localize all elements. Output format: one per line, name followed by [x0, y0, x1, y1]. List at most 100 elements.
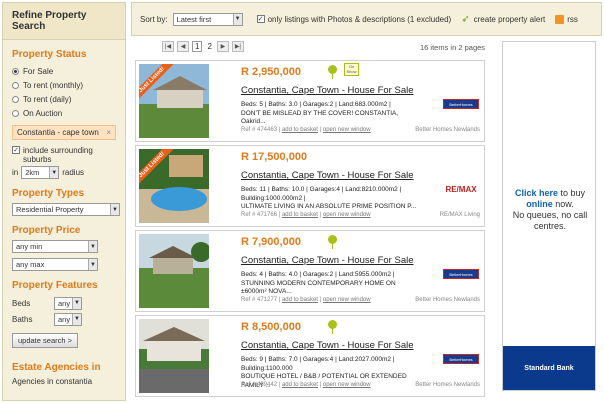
open-new-window-link[interactable]: open new window	[323, 382, 371, 388]
price-max-select[interactable]: any max ▼	[12, 258, 98, 271]
property-type-select[interactable]: Residential Property ▼	[12, 203, 120, 216]
house-photo-icon	[139, 319, 209, 393]
listing-details: Beds: 4 | Baths: 4.0 | Garages:2 | Land:…	[241, 271, 395, 278]
baths-label: Baths	[12, 314, 33, 324]
listing-blurb: ULTIMATE LIVING IN AN ABSOLUTE PRIME POS…	[241, 203, 417, 210]
rss-icon[interactable]	[555, 14, 565, 24]
agent-name: Better Homes Newlands	[415, 127, 480, 133]
last-page-icon[interactable]: ▶|	[231, 41, 244, 52]
open-new-window-link[interactable]: open new window	[323, 127, 371, 133]
radio-icon[interactable]	[12, 109, 19, 117]
listing-card[interactable]: R 7,900,000 Constantia, Cape Town - Hous…	[135, 230, 485, 312]
property-type-value: Residential Property	[16, 205, 84, 214]
page-link-2[interactable]: 2	[205, 42, 213, 51]
listing-description: Beds: 11 | Baths: 10.0 | Garages:4 | Lan…	[241, 186, 421, 212]
listing-price: R 7,900,000	[241, 236, 301, 248]
listing-details-2: Building:1000.000m2 |	[241, 194, 306, 202]
agent-name: Better Homes Newlands	[415, 382, 480, 388]
refine-search-sidebar: Refine Property Search Property Status F…	[2, 2, 126, 401]
agent-logo[interactable]: RE/MAX	[443, 184, 479, 194]
radio-icon[interactable]	[12, 67, 19, 75]
agent-name: Better Homes Newlands	[415, 297, 480, 303]
rss-link[interactable]: rss	[567, 15, 578, 24]
agent-name: RE/MAX Living	[439, 212, 480, 218]
add-to-basket-link[interactable]: add to basket	[282, 212, 318, 218]
add-to-basket-link[interactable]: add to basket	[282, 382, 318, 388]
listing-blurb: STUNNING MODERN CONTEMPORARY HOME ON ±60…	[241, 279, 396, 296]
map-pin-icon[interactable]	[328, 65, 337, 79]
pagination: |◀ ◀ 1 2 ▶ ▶|	[162, 41, 244, 52]
radius-suffix: radius	[62, 168, 85, 177]
listing-title-link[interactable]: Constantia, Cape Town - House For Sale	[241, 85, 414, 96]
chevron-down-icon: ▼	[232, 13, 242, 25]
chevron-down-icon: ▼	[110, 204, 119, 215]
click-here-link[interactable]: Click here	[515, 188, 558, 198]
status-option-for-sale[interactable]: For Sale	[12, 64, 116, 78]
listing-meta: Ref # 474463 | add to basket | open new …	[241, 127, 371, 133]
status-label: On Auction	[23, 108, 63, 118]
property-types-title: Property Types	[12, 188, 85, 199]
bank-name: Standard Bank	[524, 364, 574, 372]
map-pin-icon[interactable]	[328, 320, 337, 334]
prev-page-icon[interactable]: ◀	[177, 41, 189, 52]
location-tag: Constantia - cape town ×	[12, 125, 116, 140]
listing-meta: Ref # 471766 | add to basket | open new …	[241, 212, 371, 218]
first-page-icon[interactable]: |◀	[162, 41, 174, 52]
property-alert-icon[interactable]: ➶	[461, 14, 469, 25]
listing-details: Beds: 11 | Baths: 10.0 | Garages:4 | Lan…	[241, 186, 402, 193]
listing-ref: Ref # 474463	[241, 127, 278, 133]
chevron-down-icon: ▼	[88, 259, 97, 270]
agent-logo[interactable]: BetterHomes	[443, 99, 479, 109]
status-option-auction[interactable]: On Auction	[12, 106, 116, 120]
create-alert-link[interactable]: create property alert	[474, 15, 546, 24]
price-min-value: any min	[16, 242, 43, 251]
baths-select[interactable]: any ▼	[54, 312, 82, 326]
listing-title-link[interactable]: Constantia, Cape Town - House For Sale	[241, 170, 414, 181]
next-page-icon[interactable]: ▶	[216, 41, 229, 52]
beds-select[interactable]: any ▼	[54, 296, 82, 310]
page-link-1[interactable]: 1	[192, 41, 203, 52]
listing-card[interactable]: Just Listed! R 17,500,000 Constantia, Ca…	[135, 145, 485, 227]
checkbox-checked-icon[interactable]: ✓	[12, 146, 20, 154]
listing-card[interactable]: Just Listed! R 2,950,000 On Show Constan…	[135, 60, 485, 142]
beds-label: Beds	[12, 298, 31, 308]
listing-card[interactable]: R 8,500,000 Constantia, Cape Town - Hous…	[135, 315, 485, 397]
listing-details: Beds: 9 | Baths: 7.0 | Garages:4 | Land:…	[241, 356, 395, 372]
map-pin-icon[interactable]	[328, 235, 337, 249]
include-suburbs-checkbox[interactable]: ✓ include surrounding suburbs	[12, 146, 116, 164]
remove-location-icon[interactable]: ×	[106, 128, 111, 137]
listing-ref: Ref # 469442	[241, 382, 278, 388]
listing-photo[interactable]: Just Listed!	[139, 64, 209, 138]
status-option-rent-daily[interactable]: To rent (daily)	[12, 92, 116, 106]
advert-banner[interactable]: Click here to buy online now. No queues,…	[502, 41, 596, 391]
radius-value: 2km	[25, 168, 40, 177]
radius-select[interactable]: 2km ▼	[21, 166, 60, 179]
estate-agencies-title: Estate Agencies in	[12, 362, 101, 373]
listing-photo[interactable]	[139, 234, 209, 308]
listing-photo[interactable]	[139, 319, 209, 393]
only-listings-checkbox[interactable]: ✓	[256, 15, 265, 23]
ad-line-2: now.	[552, 199, 574, 209]
open-new-window-link[interactable]: open new window	[323, 212, 371, 218]
agent-logo[interactable]: BetterHomes	[443, 354, 479, 364]
listing-title-link[interactable]: Constantia, Cape Town - House For Sale	[241, 340, 414, 351]
agent-logo[interactable]: BetterHomes	[443, 269, 479, 279]
listing-title-link[interactable]: Constantia, Cape Town - House For Sale	[241, 255, 414, 266]
update-search-button[interactable]: update search >	[12, 333, 78, 348]
listing-details: Beds: 5 | Baths: 3.0 | Garages:2 | Land:…	[241, 101, 391, 108]
status-option-rent-monthly[interactable]: To rent (monthly)	[12, 78, 116, 92]
location-tag-label: Constantia - cape town	[17, 128, 99, 137]
radio-icon[interactable]	[12, 95, 19, 103]
listing-price: R 17,500,000	[241, 151, 308, 163]
radio-icon[interactable]	[12, 81, 19, 89]
house-photo-icon	[139, 234, 209, 308]
add-to-basket-link[interactable]: add to basket	[282, 297, 318, 303]
ad-line-1: to buy	[558, 188, 586, 198]
listing-description: Beds: 4 | Baths: 4.0 | Garages:2 | Land:…	[241, 271, 421, 297]
status-label: To rent (daily)	[23, 94, 72, 104]
price-min-select[interactable]: any min ▼	[12, 240, 98, 253]
sort-select[interactable]: Latest first ▼	[172, 12, 243, 26]
open-new-window-link[interactable]: open new window	[323, 297, 371, 303]
listing-photo[interactable]: Just Listed!	[139, 149, 209, 223]
add-to-basket-link[interactable]: add to basket	[282, 127, 318, 133]
